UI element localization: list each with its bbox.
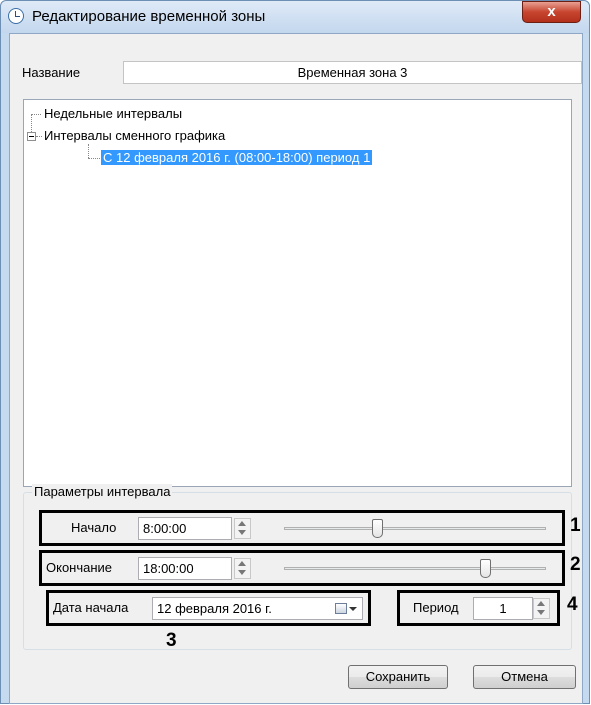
tree-item-shift-period[interactable]: С 12 февраля 2016 г. (08:00-18:00) перио… [101,150,373,165]
close-button[interactable]: x [522,1,581,23]
interval-tree[interactable]: Недельные интервалы Интервалы сменного г… [23,99,572,487]
tree-item-weekly-intervals[interactable]: Недельные интервалы [44,106,182,121]
tree-line [88,144,89,158]
period-input[interactable]: 1 [473,597,533,620]
clock-icon [8,8,24,24]
tree-line [32,114,41,115]
start-slider-track[interactable] [284,527,546,530]
callout-3: 3 [166,630,177,651]
start-label: Начало [71,520,117,535]
name-label: Название [22,65,81,80]
tree-line [88,158,100,159]
start-date-label: Дата начала [53,600,129,615]
start-time-input[interactable]: 8:00:00 [138,517,232,540]
cancel-button[interactable]: Отмена [473,665,576,689]
window-title: Редактирование временной зоны [32,8,266,25]
period-spinner[interactable] [533,598,550,619]
end-time-spinner[interactable] [234,558,251,579]
calendar-icon[interactable] [335,603,347,614]
close-icon: x [547,3,556,20]
start-time-spinner[interactable] [234,518,251,539]
tree-item-shift-intervals[interactable]: Интервалы сменного графика [44,128,225,143]
save-button[interactable]: Сохранить [348,665,448,689]
name-input[interactable]: Временная зона 3 [123,61,582,84]
start-date-picker[interactable]: 12 февраля 2016 г. [152,597,363,620]
end-label: Окончание [46,560,113,575]
title-bar: Редактирование временной зоны x [1,1,589,33]
callout-2: 2 [570,554,581,575]
collapse-icon[interactable] [27,132,36,141]
chevron-down-icon[interactable] [349,607,357,611]
start-slider-thumb[interactable] [371,519,383,538]
tree-line [36,136,42,137]
dialog-window: Редактирование временной зоны x Название… [0,0,590,704]
end-slider-thumb[interactable] [479,559,491,578]
period-label: Период [413,600,459,615]
callout-4: 4 [567,594,578,615]
callout-1: 1 [570,515,581,536]
end-time-input[interactable]: 18:00:00 [138,557,232,580]
group-title: Параметры интервала [32,484,173,499]
end-slider-track[interactable] [284,567,546,570]
dialog-body: Название Временная зона 3 Недельные инте… [9,33,583,704]
start-date-value: 12 февраля 2016 г. [157,601,272,616]
